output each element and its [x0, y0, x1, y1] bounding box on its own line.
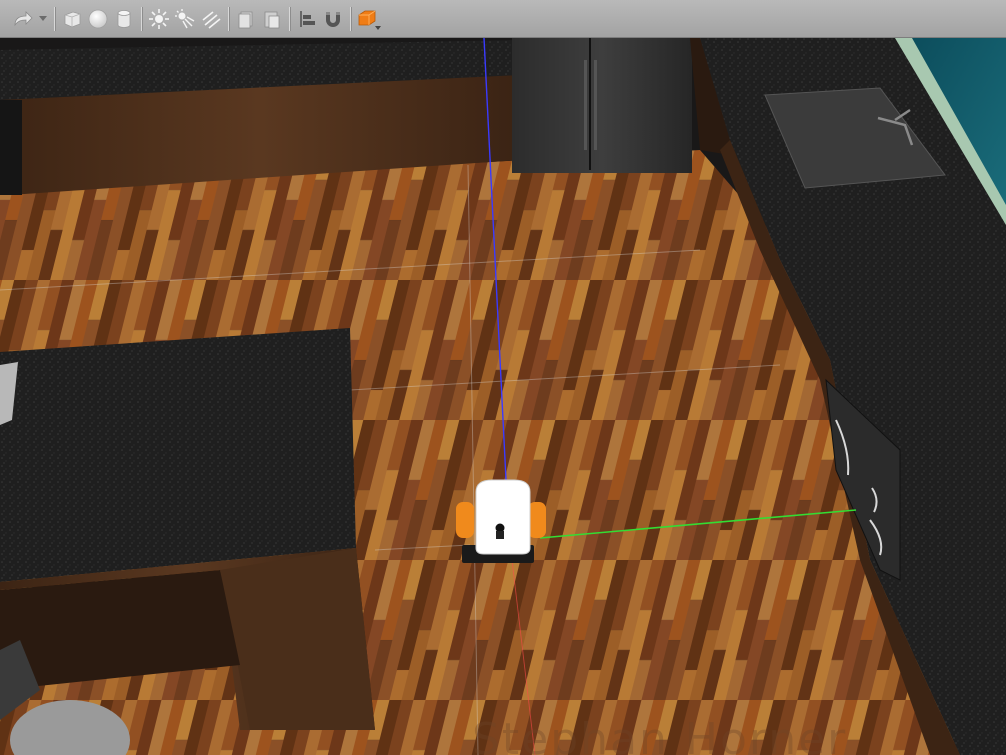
toolbar: [0, 0, 1006, 38]
copy-icon[interactable]: [233, 5, 259, 33]
sphere-shape-icon[interactable]: [85, 5, 111, 33]
cylinder-shape-icon[interactable]: [111, 5, 137, 33]
redo-icon[interactable]: [10, 5, 36, 33]
toolbar-separator: [54, 6, 55, 31]
back-left-appliance: [0, 100, 22, 195]
paste-icon[interactable]: [259, 5, 285, 33]
align-icon[interactable]: [294, 5, 320, 33]
point-light-icon[interactable]: [146, 5, 172, 33]
toolbar-separator: [141, 6, 142, 31]
redo-dropdown-icon[interactable]: [36, 5, 50, 33]
directional-light-icon[interactable]: [198, 5, 224, 33]
snap-magnet-icon[interactable]: [320, 5, 346, 33]
watermark-text: Stephan Horner: [472, 714, 848, 755]
robot-right-wheel: [528, 502, 546, 538]
kitchen-scene: [0, 38, 1006, 755]
box-shape-icon[interactable]: [59, 5, 85, 33]
island-counter-top: [0, 328, 356, 582]
robot-left-wheel: [456, 502, 474, 538]
refrigerator-handle: [584, 60, 587, 150]
3d-viewport[interactable]: Stephan Horner: [0, 38, 1006, 755]
robot-body: [475, 479, 531, 555]
spot-light-icon[interactable]: [172, 5, 198, 33]
toolbar-separator: [289, 6, 290, 31]
refrigerator-handle: [594, 60, 597, 150]
robot-sensor-mount: [496, 531, 504, 539]
toolbar-separator: [228, 6, 229, 31]
refrigerator: [512, 38, 692, 173]
toolbar-separator: [350, 6, 351, 31]
view-angle-icon[interactable]: [355, 5, 381, 33]
simulator-window: Stephan Horner: [0, 0, 1006, 755]
